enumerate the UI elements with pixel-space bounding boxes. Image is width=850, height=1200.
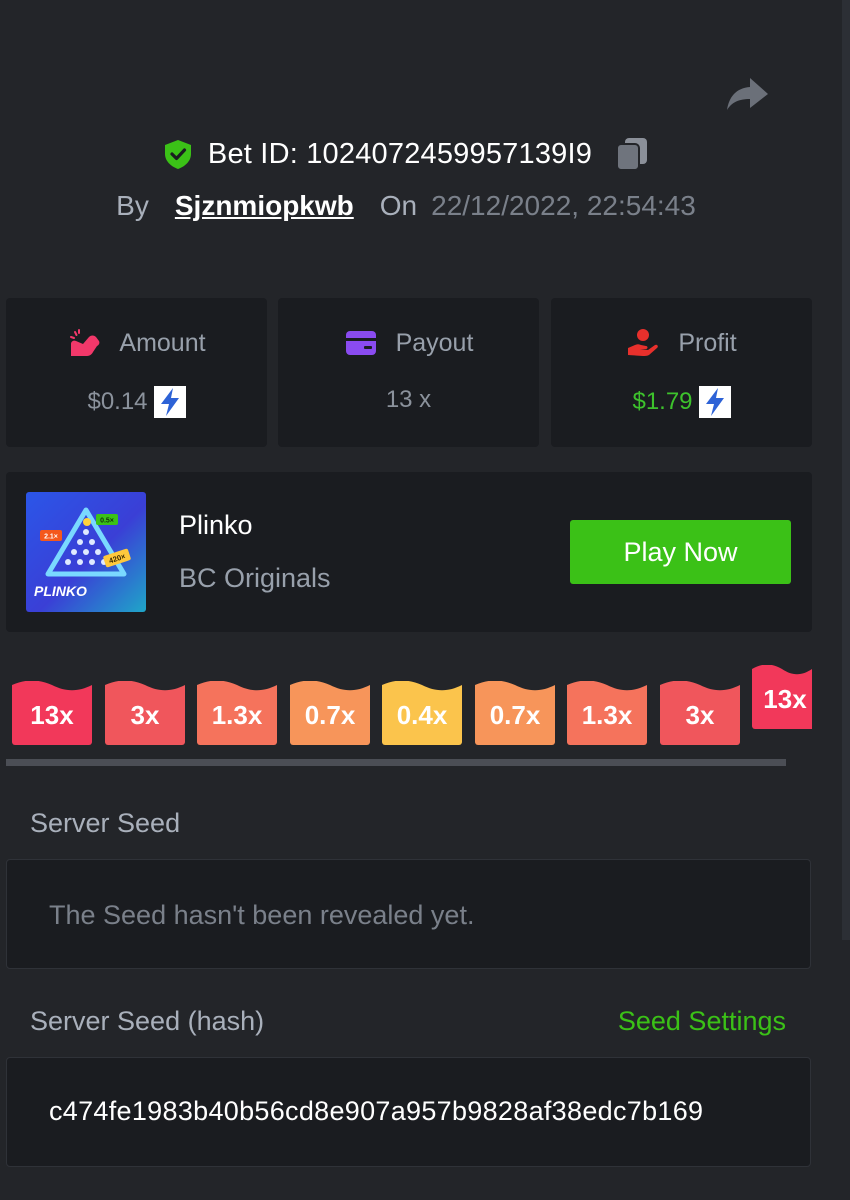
plinko-thumbnail[interactable]: 2.1× 0.5× 420× PLINKO — [26, 492, 146, 612]
multiplier-slot: 0.7x — [475, 681, 555, 745]
bet-author-row: By Sjznmiopkwb On 22/12/2022, 22:54:43 — [0, 186, 812, 226]
multiplier-slot: 3x — [105, 681, 185, 745]
game-card: 2.1× 0.5× 420× PLINKO Plinko BC Original… — [6, 472, 812, 632]
server-seed-value: The Seed hasn't been revealed yet. — [49, 900, 475, 930]
multiplier-slot: 0.4x — [382, 681, 462, 745]
multiplier-label: 1.3x — [581, 699, 633, 730]
by-label: By — [116, 190, 149, 221]
username-link[interactable]: Sjznmiopkwb — [175, 190, 354, 222]
bet-id-row: Bet ID: 1024072459957139I9 — [0, 132, 812, 176]
scrollbar[interactable] — [842, 0, 850, 940]
amount-label: Amount — [119, 328, 206, 357]
server-seed-label: Server Seed — [30, 808, 181, 838]
lightning-coin-icon — [698, 386, 731, 418]
hand-coin-icon — [628, 329, 659, 356]
server-seed-hash-box[interactable]: c474fe1983b40b56cd8e907a957b9828af38edc7… — [6, 1057, 811, 1167]
card-icon — [345, 331, 376, 355]
money-bag-icon — [70, 329, 100, 356]
amount-value: $0.14 — [87, 388, 148, 415]
game-name[interactable]: Plinko — [179, 510, 253, 541]
multiplier-label: 0.7x — [489, 699, 541, 730]
share-button[interactable] — [722, 72, 772, 116]
seed-settings-link[interactable]: Seed Settings — [618, 1006, 786, 1037]
play-now-button[interactable]: Play Now — [570, 520, 791, 584]
thumb-badge-1: 2.1× — [44, 534, 58, 541]
game-provider: BC Originals — [179, 563, 331, 593]
multiplier-slot: 0.7x — [290, 681, 370, 745]
verified-shield-icon — [164, 140, 191, 169]
multiplier-label: 3x — [685, 699, 715, 730]
on-label: On — [379, 190, 418, 221]
server-seed-hash-value[interactable]: c474fe1983b40b56cd8e907a957b9828af38edc7… — [49, 1096, 771, 1127]
multiplier-slot: 3x — [660, 681, 740, 745]
payout-value: 13 x — [385, 386, 432, 413]
multiplier-label: 13x — [763, 683, 807, 714]
amount-card: Amount $0.14 — [6, 298, 267, 447]
multiplier-label: 0.7x — [304, 699, 356, 730]
multiplier-scrollbar[interactable] — [6, 759, 786, 766]
bet-id-text: Bet ID: 1024072459957139I9 — [207, 137, 593, 170]
profit-label: Profit — [678, 328, 737, 357]
multiplier-label: 3x — [130, 699, 160, 730]
lightning-coin-icon — [153, 386, 186, 418]
share-icon — [727, 78, 768, 110]
multiplier-slot: 13x — [12, 681, 92, 745]
multiplier-slot: 1.3x — [567, 681, 647, 745]
profit-card: Profit $1.79 — [551, 298, 812, 447]
server-seed-box: The Seed hasn't been revealed yet. — [6, 859, 811, 969]
multiplier-slot: 13x — [752, 665, 812, 729]
multiplier-label: 13x — [30, 699, 74, 730]
multiplier-slot: 1.3x — [197, 681, 277, 745]
profit-value: $1.79 — [632, 388, 693, 415]
thumb-badge-2: 0.5× — [100, 518, 114, 525]
multiplier-slot-active: 13x — [752, 665, 812, 729]
copy-icon[interactable] — [614, 136, 650, 172]
multiplier-label: 0.4x — [396, 699, 448, 730]
multiplier-label: 1.3x — [211, 699, 263, 730]
server-seed-hash-label: Server Seed (hash) — [30, 1006, 265, 1036]
bet-datetime: 22/12/2022, 22:54:43 — [431, 190, 696, 221]
payout-label: Payout — [395, 328, 474, 357]
thumb-title: PLINKO — [34, 583, 87, 599]
payout-card: Payout 13 x — [278, 298, 539, 447]
